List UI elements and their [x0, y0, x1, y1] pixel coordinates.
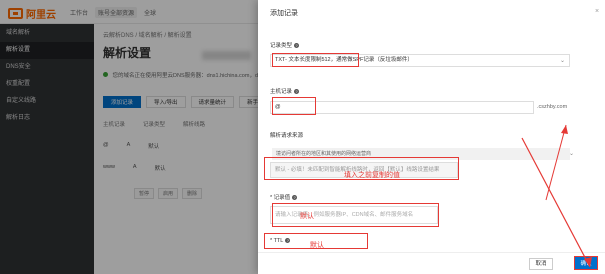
annotation-box-record-type: [272, 53, 359, 67]
cancel-button[interactable]: 取消: [529, 258, 553, 270]
record-value-label: * 记录值?: [270, 193, 298, 201]
annotation-record-value: 默认: [300, 213, 314, 220]
record-value-label-text: * 记录值: [270, 195, 291, 201]
close-icon[interactable]: ×: [595, 8, 599, 15]
confirm-button[interactable]: 确认: [574, 256, 598, 270]
record-type-label: 记录类型?: [270, 41, 300, 49]
chevron-down-icon[interactable]: ⌄: [569, 150, 574, 157]
help-icon[interactable]: ?: [294, 89, 300, 95]
annotation-ttl: 默认: [310, 242, 324, 249]
annotation-box-host: [272, 97, 316, 115]
help-icon[interactable]: ?: [292, 195, 298, 201]
domain-suffix: .cszhby.com: [537, 104, 568, 110]
add-record-drawer: 添加记录 × 记录类型? TXT- 文本长度限制512，通常做SPF记录（反垃圾…: [258, 0, 605, 274]
chevron-down-icon[interactable]: ⌄: [560, 57, 565, 64]
help-icon[interactable]: ?: [294, 43, 300, 49]
annotation-box-record-value: [272, 203, 439, 227]
annotation-line: 填入之前复制的值: [344, 172, 400, 179]
record-type-label-text: 记录类型: [270, 43, 293, 49]
host-label-text: 主机记录: [270, 89, 293, 95]
line-label: 解析请求来源: [270, 133, 304, 139]
drawer-title: 添加记录: [270, 10, 298, 17]
host-label: 主机记录?: [270, 87, 300, 95]
